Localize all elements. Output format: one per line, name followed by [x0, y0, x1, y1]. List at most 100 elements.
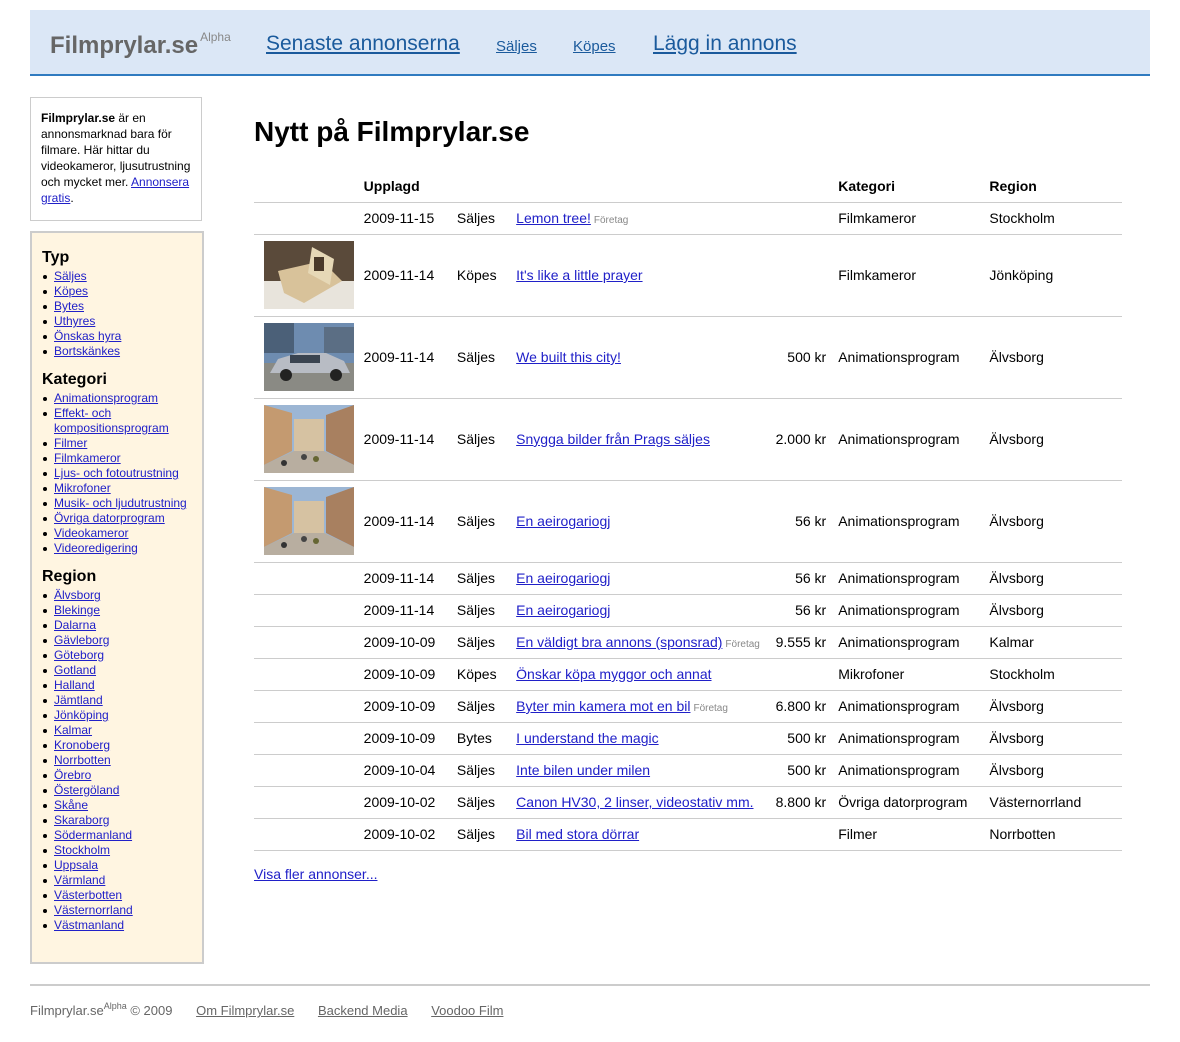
filter-type-link-bortskankes[interactable]: Bortskänkes — [54, 344, 120, 358]
listing-title-link[interactable]: It's like a little prayer — [516, 267, 642, 283]
filter-category-link-filmer[interactable]: Filmer — [54, 436, 87, 450]
filter-region-item-kronoberg: Kronoberg — [42, 738, 192, 753]
listing-title-link[interactable]: En väldigt bra annons (sponsrad) — [516, 634, 722, 650]
filter-type-link-uthyres[interactable]: Uthyres — [54, 314, 95, 328]
filter-type-link-kopes[interactable]: Köpes — [54, 284, 88, 298]
filter-region-link-uppsala[interactable]: Uppsala — [54, 858, 98, 872]
filter-region-link-norrbotten[interactable]: Norrbotten — [54, 753, 111, 767]
listing-title-link[interactable]: Önskar köpa myggor och annat — [516, 666, 711, 682]
cell-image — [254, 690, 364, 723]
filter-type-link-onskas-hyra[interactable]: Önskas hyra — [54, 329, 121, 343]
cell-image — [254, 562, 364, 595]
cell-category: Animationsprogram — [838, 480, 990, 563]
filter-region-link-orebro[interactable]: Örebro — [54, 768, 91, 782]
filter-region-link-vastmanland[interactable]: Västmanland — [54, 918, 124, 932]
cell-region: Stockholm — [989, 658, 1122, 691]
listing-title-link[interactable]: Byter min kamera mot en bil — [516, 698, 690, 714]
filter-category-link-videokameror[interactable]: Videokameror — [54, 526, 128, 540]
filter-region-link-kalmar[interactable]: Kalmar — [54, 723, 92, 737]
filter-region-link-alvsborg[interactable]: Älvsborg — [54, 588, 101, 602]
header-region: Region — [989, 170, 1122, 203]
cell-region: Älvsborg — [989, 754, 1122, 787]
listing-thumbnail[interactable] — [264, 405, 354, 473]
filter-region-link-skane[interactable]: Skåne — [54, 798, 88, 812]
footer-link-about[interactable]: Om Filmprylar.se — [196, 1003, 294, 1018]
filter-region-link-sodermanland[interactable]: Södermanland — [54, 828, 132, 842]
listing-title-link[interactable]: En aeirogariogj — [516, 602, 610, 618]
site-header: Filmprylar.se Alpha Senaste annonserna Sä… — [30, 10, 1150, 76]
listing-title-link[interactable]: Canon HV30, 2 linser, videostativ mm. — [516, 794, 753, 810]
cell-type: Säljes — [456, 818, 517, 851]
filter-type-link-saljes[interactable]: Säljes — [54, 269, 87, 283]
listing-title-link[interactable]: We built this city! — [516, 349, 621, 365]
listing-title-link[interactable]: I understand the magic — [516, 730, 658, 746]
filter-region-link-vasterbotten[interactable]: Västerbotten — [54, 888, 122, 902]
listing-thumbnail[interactable] — [264, 487, 354, 555]
cell-title: Snygga bilder från Prags säljes — [516, 398, 776, 481]
filter-region-link-blekinge[interactable]: Blekinge — [54, 603, 100, 617]
cell-date: 2009-10-04 — [363, 754, 457, 787]
site-logo[interactable]: Filmprylar.se Alpha — [50, 30, 231, 60]
filter-category-item-effekt-och-kompositionsprogram: Effekt- och kompositionsprogram — [42, 406, 192, 436]
show-more-link[interactable]: Visa fler annonser... — [254, 866, 377, 882]
filter-category-link-musik-och-ljudutrustning[interactable]: Musik- och ljudutrustning — [54, 496, 187, 510]
filter-region-link-skaraborg[interactable]: Skaraborg — [54, 813, 109, 827]
filter-category-item-ovriga-datorprogram: Övriga datorprogram — [42, 511, 192, 526]
cell-date: 2009-10-09 — [363, 690, 457, 723]
cell-type: Bytes — [456, 722, 517, 755]
filter-category-link-animationsprogram[interactable]: Animationsprogram — [54, 391, 158, 405]
cell-date: 2009-11-14 — [363, 398, 457, 481]
listing-thumbnail[interactable] — [264, 323, 354, 391]
filter-category-link-ljus-och-fotoutrustning[interactable]: Ljus- och fotoutrustning — [54, 466, 179, 480]
filter-region-link-jamtland[interactable]: Jämtland — [54, 693, 103, 707]
about-end: . — [70, 191, 74, 205]
listing-thumbnail[interactable] — [264, 241, 354, 309]
filter-type-link-bytes[interactable]: Bytes — [54, 299, 84, 313]
listing-title-link[interactable]: Inte bilen under milen — [516, 762, 650, 778]
filter-category-link-ovriga-datorprogram[interactable]: Övriga datorprogram — [54, 511, 165, 525]
cell-region: Kalmar — [989, 626, 1122, 659]
listing-title-link[interactable]: Bil med stora dörrar — [516, 826, 639, 842]
filter-region-link-vasternorrland[interactable]: Västernorrland — [54, 903, 133, 917]
filter-category-link-videoredigering[interactable]: Videoredigering — [54, 541, 138, 555]
cell-region: Stockholm — [989, 202, 1122, 235]
footer-link-backend-media[interactable]: Backend Media — [318, 1003, 408, 1018]
filter-category-link-effekt-och-kompositionsprogram[interactable]: Effekt- och kompositionsprogram — [54, 406, 169, 435]
cell-type: Säljes — [456, 202, 517, 235]
filter-region-heading: Region — [42, 568, 97, 585]
filter-type-item-uthyres: Uthyres — [42, 314, 192, 329]
nav-post-ad-link[interactable]: Lägg in annons — [653, 32, 797, 56]
filter-type-item-kopes: Köpes — [42, 284, 192, 299]
nav-selling-link[interactable]: Säljes — [496, 38, 537, 55]
filter-category-link-mikrofoner[interactable]: Mikrofoner — [54, 481, 111, 495]
filter-region-link-kronoberg[interactable]: Kronoberg — [54, 738, 110, 752]
cell-region: Älvsborg — [989, 480, 1122, 563]
listing-title-link[interactable]: Lemon tree! — [516, 210, 591, 226]
nav-latest-link[interactable]: Senaste annonserna — [266, 32, 460, 56]
filter-region-item-goteborg: Göteborg — [42, 648, 192, 663]
cell-image — [254, 594, 364, 627]
table-row: 2009-10-02 Säljes Canon HV30, 2 linser, vi… — [254, 786, 1122, 819]
filter-region-link-jonkoping[interactable]: Jönköping — [54, 708, 109, 722]
filter-category-link-filmkameror[interactable]: Filmkameror — [54, 451, 121, 465]
filter-region-link-dalarna[interactable]: Dalarna — [54, 618, 96, 632]
filter-region-link-gotland[interactable]: Gotland — [54, 663, 96, 677]
filter-region-link-goteborg[interactable]: Göteborg — [54, 648, 104, 662]
listing-title-link[interactable]: En aeirogariogj — [516, 570, 610, 586]
filter-region-link-varmland[interactable]: Värmland — [54, 873, 105, 887]
filter-region-item-skane: Skåne — [42, 798, 192, 813]
filter-region-link-stockholm[interactable]: Stockholm — [54, 843, 110, 857]
cell-region: Norrbotten — [989, 818, 1122, 851]
cell-category: Animationsprogram — [838, 594, 990, 627]
filter-region-link-ostergoland[interactable]: Östergöland — [54, 783, 119, 797]
listing-title-link[interactable]: Snygga bilder från Prags säljes — [516, 431, 710, 447]
nav-buying-link[interactable]: Köpes — [573, 38, 616, 55]
cell-date: 2009-10-09 — [363, 722, 457, 755]
listing-title-link[interactable]: En aeirogariogj — [516, 513, 610, 529]
footer-brand: Filmprylar.se — [30, 1003, 104, 1018]
footer-link-voodoo-film[interactable]: Voodoo Film — [431, 1003, 503, 1018]
filter-region-link-halland[interactable]: Halland — [54, 678, 95, 692]
table-row: 2009-10-02 Säljes Bil med stora dörrar Film… — [254, 818, 1122, 851]
filter-region-link-gavleborg[interactable]: Gävleborg — [54, 633, 109, 647]
filter-panel: Typ Säljes Köpes Bytes Uthyres Önskas hyra Bo… — [30, 231, 204, 964]
